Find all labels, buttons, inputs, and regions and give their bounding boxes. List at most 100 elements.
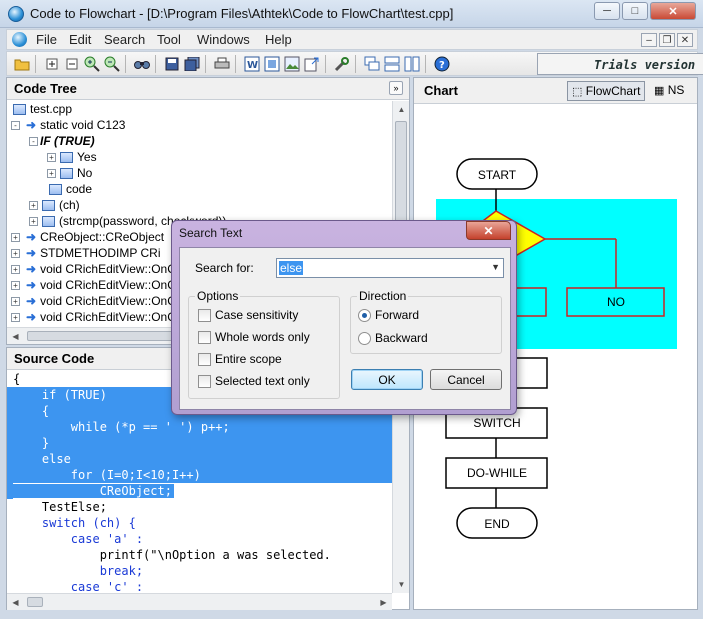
selected-text-label: Selected text only: [215, 374, 310, 388]
word-export-icon[interactable]: W: [243, 55, 261, 73]
tree-node-label: void CRichEditView::OnC: [40, 310, 176, 324]
tree-node[interactable]: - IF (TRUE): [29, 133, 95, 149]
menu-help[interactable]: Help: [265, 32, 292, 47]
mdi-minimize-button[interactable]: –: [641, 33, 657, 47]
help-icon[interactable]: ?: [433, 55, 451, 73]
save-all-icon[interactable]: [183, 55, 201, 73]
expand-icon[interactable]: [43, 55, 61, 73]
scroll-down-arrow-icon[interactable]: ▼: [393, 576, 410, 593]
window-title: Code to Flowchart - [D:\Program Files\At…: [30, 6, 454, 21]
cascade-windows-icon[interactable]: [363, 55, 381, 73]
tree-node-label: void CRichEditView::OnC: [40, 294, 176, 308]
tree-node[interactable]: + ➜ STDMETHODIMP CRi: [11, 245, 161, 261]
expand-node-icon[interactable]: +: [11, 297, 20, 307]
radio-selected-dot: [362, 313, 367, 318]
code-text: if (TRUE): [13, 388, 107, 402]
minimize-button[interactable]: ─: [594, 2, 620, 20]
menu-tool[interactable]: Tool: [157, 32, 181, 47]
mdi-restore-button[interactable]: ❐: [659, 33, 675, 47]
entire-scope-checkbox[interactable]: [198, 353, 211, 366]
expand-node-icon[interactable]: +: [11, 265, 20, 275]
chevron-down-icon[interactable]: ▼: [491, 262, 500, 272]
tab-ns[interactable]: ▦ NS: [654, 83, 684, 97]
export-icon[interactable]: [303, 55, 321, 73]
tree-node[interactable]: test.cpp: [11, 101, 72, 117]
tree-node-label: void CRichEditView::OnC: [40, 262, 176, 276]
selected-text-checkbox[interactable]: [198, 375, 211, 388]
open-folder-icon[interactable]: [13, 55, 31, 73]
maximize-button[interactable]: □: [622, 2, 648, 20]
scroll-up-arrow-icon[interactable]: ▲: [393, 101, 410, 118]
code-tree-title: Code Tree: [7, 78, 409, 100]
tile-vertical-icon[interactable]: [403, 55, 421, 73]
collapse-node-icon[interactable]: -: [11, 121, 20, 131]
block-node-icon: [13, 104, 26, 116]
tree-node[interactable]: + ➜ void CRichEditView::OnC: [11, 277, 176, 293]
code-text: printf("\nOption a was selected.: [13, 548, 331, 562]
tree-node[interactable]: + (ch): [29, 197, 80, 213]
mdi-close-button[interactable]: ✕: [677, 33, 693, 47]
collapse-icon[interactable]: [63, 55, 81, 73]
save-icon[interactable]: [163, 55, 181, 73]
expand-node-icon[interactable]: +: [29, 217, 38, 227]
collapse-panel-icon[interactable]: »: [389, 81, 403, 95]
scroll-right-arrow-icon[interactable]: ▶: [375, 594, 392, 611]
expand-node-icon[interactable]: +: [47, 153, 56, 163]
cancel-button[interactable]: Cancel: [430, 369, 502, 390]
ok-button[interactable]: OK: [351, 369, 423, 390]
find-icon[interactable]: [133, 55, 151, 73]
zoom-in-icon[interactable]: [83, 55, 101, 73]
image-export-icon[interactable]: [283, 55, 301, 73]
expand-node-icon[interactable]: +: [11, 233, 20, 243]
code-horizontal-scrollbar[interactable]: ◀ ▶: [7, 593, 392, 610]
search-input[interactable]: else ▼: [276, 258, 504, 278]
tree-node-label: void CRichEditView::OnC: [40, 278, 176, 292]
tree-node-label: CReObject::CReObject: [40, 230, 165, 244]
code-line: TestElse;: [7, 499, 392, 515]
tree-node[interactable]: + No: [47, 165, 92, 181]
tree-node[interactable]: + ➜ void CRichEditView::OnC: [11, 293, 176, 309]
print-icon[interactable]: [213, 55, 231, 73]
code-text: {: [13, 404, 50, 418]
close-button[interactable]: ✕: [650, 2, 696, 20]
tree-node[interactable]: + Yes: [47, 149, 97, 165]
scroll-left-arrow-icon[interactable]: ◀: [7, 594, 24, 611]
whole-words-checkbox[interactable]: [198, 331, 211, 344]
settings-tools-icon[interactable]: [333, 55, 351, 73]
menu-file[interactable]: File: [36, 32, 57, 47]
tab-flowchart[interactable]: ⬚ FlowChart: [567, 81, 646, 101]
document-icon[interactable]: [12, 32, 27, 47]
case-sensitivity-checkbox[interactable]: [198, 309, 211, 322]
tile-horizontal-icon[interactable]: [383, 55, 401, 73]
function-arrow-icon: ➜: [26, 278, 37, 292]
chart-header: Chart ⬚ FlowChart ▦ NS: [414, 78, 697, 104]
menu-edit[interactable]: Edit: [69, 32, 91, 47]
tree-node[interactable]: + ➜ CReObject::CReObject: [11, 229, 164, 245]
function-arrow-icon: ➜: [26, 262, 37, 276]
direction-title: Direction: [357, 289, 409, 303]
tree-node[interactable]: + ➜ void CRichEditView::OnC: [11, 309, 176, 325]
scroll-thumb[interactable]: [395, 121, 407, 231]
scroll-left-arrow-icon[interactable]: ◀: [7, 328, 24, 345]
backward-radio[interactable]: [358, 332, 371, 345]
zoom-out-icon[interactable]: [103, 55, 121, 73]
collapse-node-icon[interactable]: -: [29, 137, 38, 147]
expand-node-icon[interactable]: +: [11, 281, 20, 291]
expand-node-icon[interactable]: +: [11, 313, 20, 323]
forward-radio[interactable]: [358, 309, 371, 322]
scroll-thumb[interactable]: [27, 597, 43, 607]
dialog-close-button[interactable]: ✕: [466, 221, 511, 240]
tree-node[interactable]: + ➜ void CRichEditView::OnC: [11, 261, 176, 277]
menu-windows[interactable]: Windows: [197, 32, 250, 47]
tree-node[interactable]: code: [47, 181, 92, 197]
menu-search[interactable]: Search: [104, 32, 145, 47]
block-node-icon: [49, 184, 62, 196]
tab-ns-label: NS: [667, 83, 685, 97]
visio-export-icon[interactable]: [263, 55, 281, 73]
expand-node-icon[interactable]: +: [29, 201, 38, 211]
expand-node-icon[interactable]: +: [47, 169, 56, 179]
expand-node-icon[interactable]: +: [11, 249, 20, 259]
code-line: case 'a' :: [7, 531, 392, 547]
trial-banner: Trials version: [537, 53, 703, 75]
tree-node[interactable]: - ➜ static void C123: [11, 117, 125, 133]
